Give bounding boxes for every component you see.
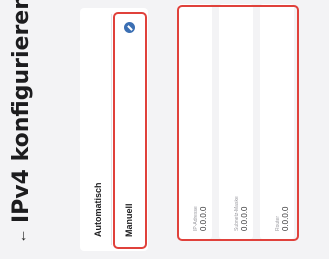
option-automatisch[interactable]: Automatisch xyxy=(84,14,112,245)
header: ← IPv4 konfigurieren xyxy=(0,0,76,259)
page-title: IPv4 konfigurieren xyxy=(9,0,34,223)
option-label: Automatisch xyxy=(92,182,103,237)
fields-highlight-box xyxy=(177,5,299,241)
arrow-left-icon: ← xyxy=(12,228,30,244)
back-button[interactable]: ← xyxy=(10,225,32,247)
manual-highlight-box xyxy=(113,12,147,249)
ipv4-config-screen: ← IPv4 konfigurieren Automatisch Manuell… xyxy=(0,0,329,259)
